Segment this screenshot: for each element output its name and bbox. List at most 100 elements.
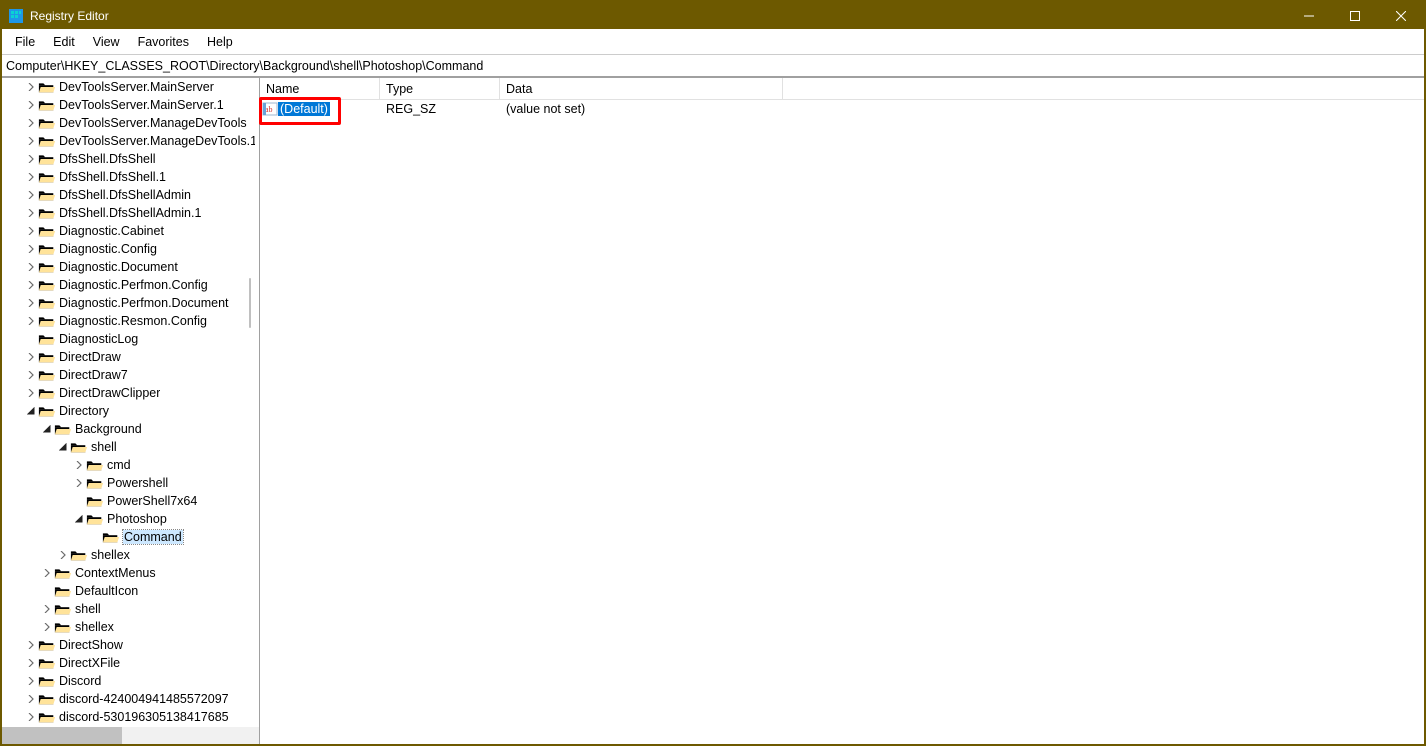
menu-help[interactable]: Help — [198, 32, 242, 52]
column-header-type[interactable]: Type — [380, 78, 500, 99]
tree-node[interactable]: Diagnostic.Document — [2, 258, 259, 276]
value-row[interactable]: (Default)REG_SZ(value not set) — [260, 100, 1424, 118]
tree-node[interactable]: DfsShell.DfsShellAdmin.1 — [2, 204, 259, 222]
folder-icon — [38, 206, 56, 220]
chevron-right-icon[interactable] — [24, 312, 38, 330]
menu-edit[interactable]: Edit — [44, 32, 84, 52]
chevron-right-icon[interactable] — [24, 366, 38, 384]
folder-icon — [38, 188, 56, 202]
tree-node[interactable]: DfsShell.DfsShellAdmin — [2, 186, 259, 204]
titlebar[interactable]: Registry Editor — [2, 2, 1424, 29]
tree-node[interactable]: DevToolsServer.MainServer — [2, 78, 259, 96]
tree-pane[interactable]: DevToolsServer.MainServer DevToolsServer.… — [2, 78, 260, 744]
tree-node[interactable]: DirectDrawClipper — [2, 384, 259, 402]
tree-label: PowerShell7x64 — [107, 494, 197, 508]
chevron-right-icon[interactable] — [24, 114, 38, 132]
tree-node[interactable]: DiagnosticLog — [2, 330, 259, 348]
chevron-right-icon[interactable] — [24, 186, 38, 204]
tree-node[interactable]: DirectDraw — [2, 348, 259, 366]
menubar: File Edit View Favorites Help — [2, 29, 1424, 55]
chevron-right-icon[interactable] — [24, 258, 38, 276]
chevron-down-icon[interactable] — [56, 438, 70, 456]
chevron-right-icon[interactable] — [24, 222, 38, 240]
chevron-right-icon[interactable] — [24, 150, 38, 168]
tree-node[interactable]: Diagnostic.Config — [2, 240, 259, 258]
menu-favorites[interactable]: Favorites — [129, 32, 198, 52]
chevron-right-icon[interactable] — [24, 672, 38, 690]
close-button[interactable] — [1378, 2, 1424, 29]
tree-node[interactable]: Diagnostic.Resmon.Config — [2, 312, 259, 330]
address-bar[interactable]: Computer\HKEY_CLASSES_ROOT\Directory\Bac… — [2, 55, 1424, 77]
tree-node[interactable]: Directory — [2, 402, 259, 420]
tree-label: Diagnostic.Cabinet — [59, 224, 164, 238]
chevron-right-icon[interactable] — [24, 636, 38, 654]
maximize-button[interactable] — [1332, 2, 1378, 29]
values-pane[interactable]: Name Type Data (Default)REG_SZ(value not… — [260, 78, 1424, 744]
tree-vertical-scrollbar-thumb[interactable] — [249, 278, 251, 328]
chevron-down-icon[interactable] — [72, 510, 86, 528]
chevron-right-icon[interactable] — [40, 618, 54, 636]
tree-node[interactable]: Discord — [2, 672, 259, 690]
folder-icon — [38, 260, 56, 274]
folder-icon — [38, 116, 56, 130]
menu-file[interactable]: File — [6, 32, 44, 52]
value-name: (Default) — [278, 102, 330, 116]
folder-icon — [38, 314, 56, 328]
chevron-right-icon[interactable] — [24, 168, 38, 186]
tree-node[interactable]: DevToolsServer.MainServer.1 — [2, 96, 259, 114]
tree-node[interactable]: ContextMenus — [2, 564, 259, 582]
tree-node[interactable]: DevToolsServer.ManageDevTools — [2, 114, 259, 132]
chevron-right-icon[interactable] — [24, 78, 38, 96]
chevron-right-icon[interactable] — [24, 654, 38, 672]
tree-node[interactable]: Background — [2, 420, 259, 438]
chevron-right-icon[interactable] — [24, 384, 38, 402]
tree-node[interactable]: Command — [2, 528, 259, 546]
chevron-right-icon[interactable] — [24, 348, 38, 366]
chevron-right-icon[interactable] — [24, 204, 38, 222]
tree-node[interactable]: cmd — [2, 456, 259, 474]
tree-horizontal-scrollbar-thumb[interactable] — [2, 727, 122, 744]
chevron-right-icon[interactable] — [24, 96, 38, 114]
folder-icon — [38, 692, 56, 706]
tree-node[interactable]: Diagnostic.Perfmon.Document — [2, 294, 259, 312]
chevron-right-icon[interactable] — [72, 474, 86, 492]
minimize-button[interactable] — [1286, 2, 1332, 29]
tree-horizontal-scrollbar[interactable] — [2, 727, 260, 744]
chevron-right-icon[interactable] — [24, 240, 38, 258]
tree-label: Diagnostic.Resmon.Config — [59, 314, 207, 328]
tree-node[interactable]: shell — [2, 438, 259, 456]
menu-view[interactable]: View — [84, 32, 129, 52]
chevron-down-icon[interactable] — [40, 420, 54, 438]
tree-node[interactable]: DirectXFile — [2, 654, 259, 672]
tree-node[interactable]: DefaultIcon — [2, 582, 259, 600]
tree-node[interactable]: Photoshop — [2, 510, 259, 528]
chevron-none — [72, 492, 86, 510]
tree-node[interactable]: shellex — [2, 546, 259, 564]
chevron-right-icon[interactable] — [24, 708, 38, 726]
tree-node[interactable]: Diagnostic.Perfmon.Config — [2, 276, 259, 294]
tree-node[interactable]: DirectShow — [2, 636, 259, 654]
tree-node[interactable]: discord-424004941485572097 — [2, 690, 259, 708]
tree-node[interactable]: DirectDraw7 — [2, 366, 259, 384]
chevron-right-icon[interactable] — [24, 132, 38, 150]
tree-node[interactable]: DfsShell.DfsShell.1 — [2, 168, 259, 186]
tree-node[interactable]: Powershell — [2, 474, 259, 492]
chevron-down-icon[interactable] — [24, 402, 38, 420]
chevron-right-icon[interactable] — [40, 564, 54, 582]
column-header-name[interactable]: Name — [260, 78, 380, 99]
chevron-right-icon[interactable] — [24, 294, 38, 312]
tree-label: DevToolsServer.MainServer.1 — [59, 98, 224, 112]
tree-node[interactable]: discord-530196305138417685 — [2, 708, 259, 726]
chevron-right-icon[interactable] — [40, 600, 54, 618]
tree-node[interactable]: shellex — [2, 618, 259, 636]
chevron-right-icon[interactable] — [24, 690, 38, 708]
tree-node[interactable]: PowerShell7x64 — [2, 492, 259, 510]
chevron-right-icon[interactable] — [24, 276, 38, 294]
tree-node[interactable]: DevToolsServer.ManageDevTools.1 — [2, 132, 259, 150]
chevron-right-icon[interactable] — [72, 456, 86, 474]
tree-node[interactable]: shell — [2, 600, 259, 618]
tree-node[interactable]: DfsShell.DfsShell — [2, 150, 259, 168]
column-header-data[interactable]: Data — [500, 78, 783, 99]
chevron-right-icon[interactable] — [56, 546, 70, 564]
tree-node[interactable]: Diagnostic.Cabinet — [2, 222, 259, 240]
